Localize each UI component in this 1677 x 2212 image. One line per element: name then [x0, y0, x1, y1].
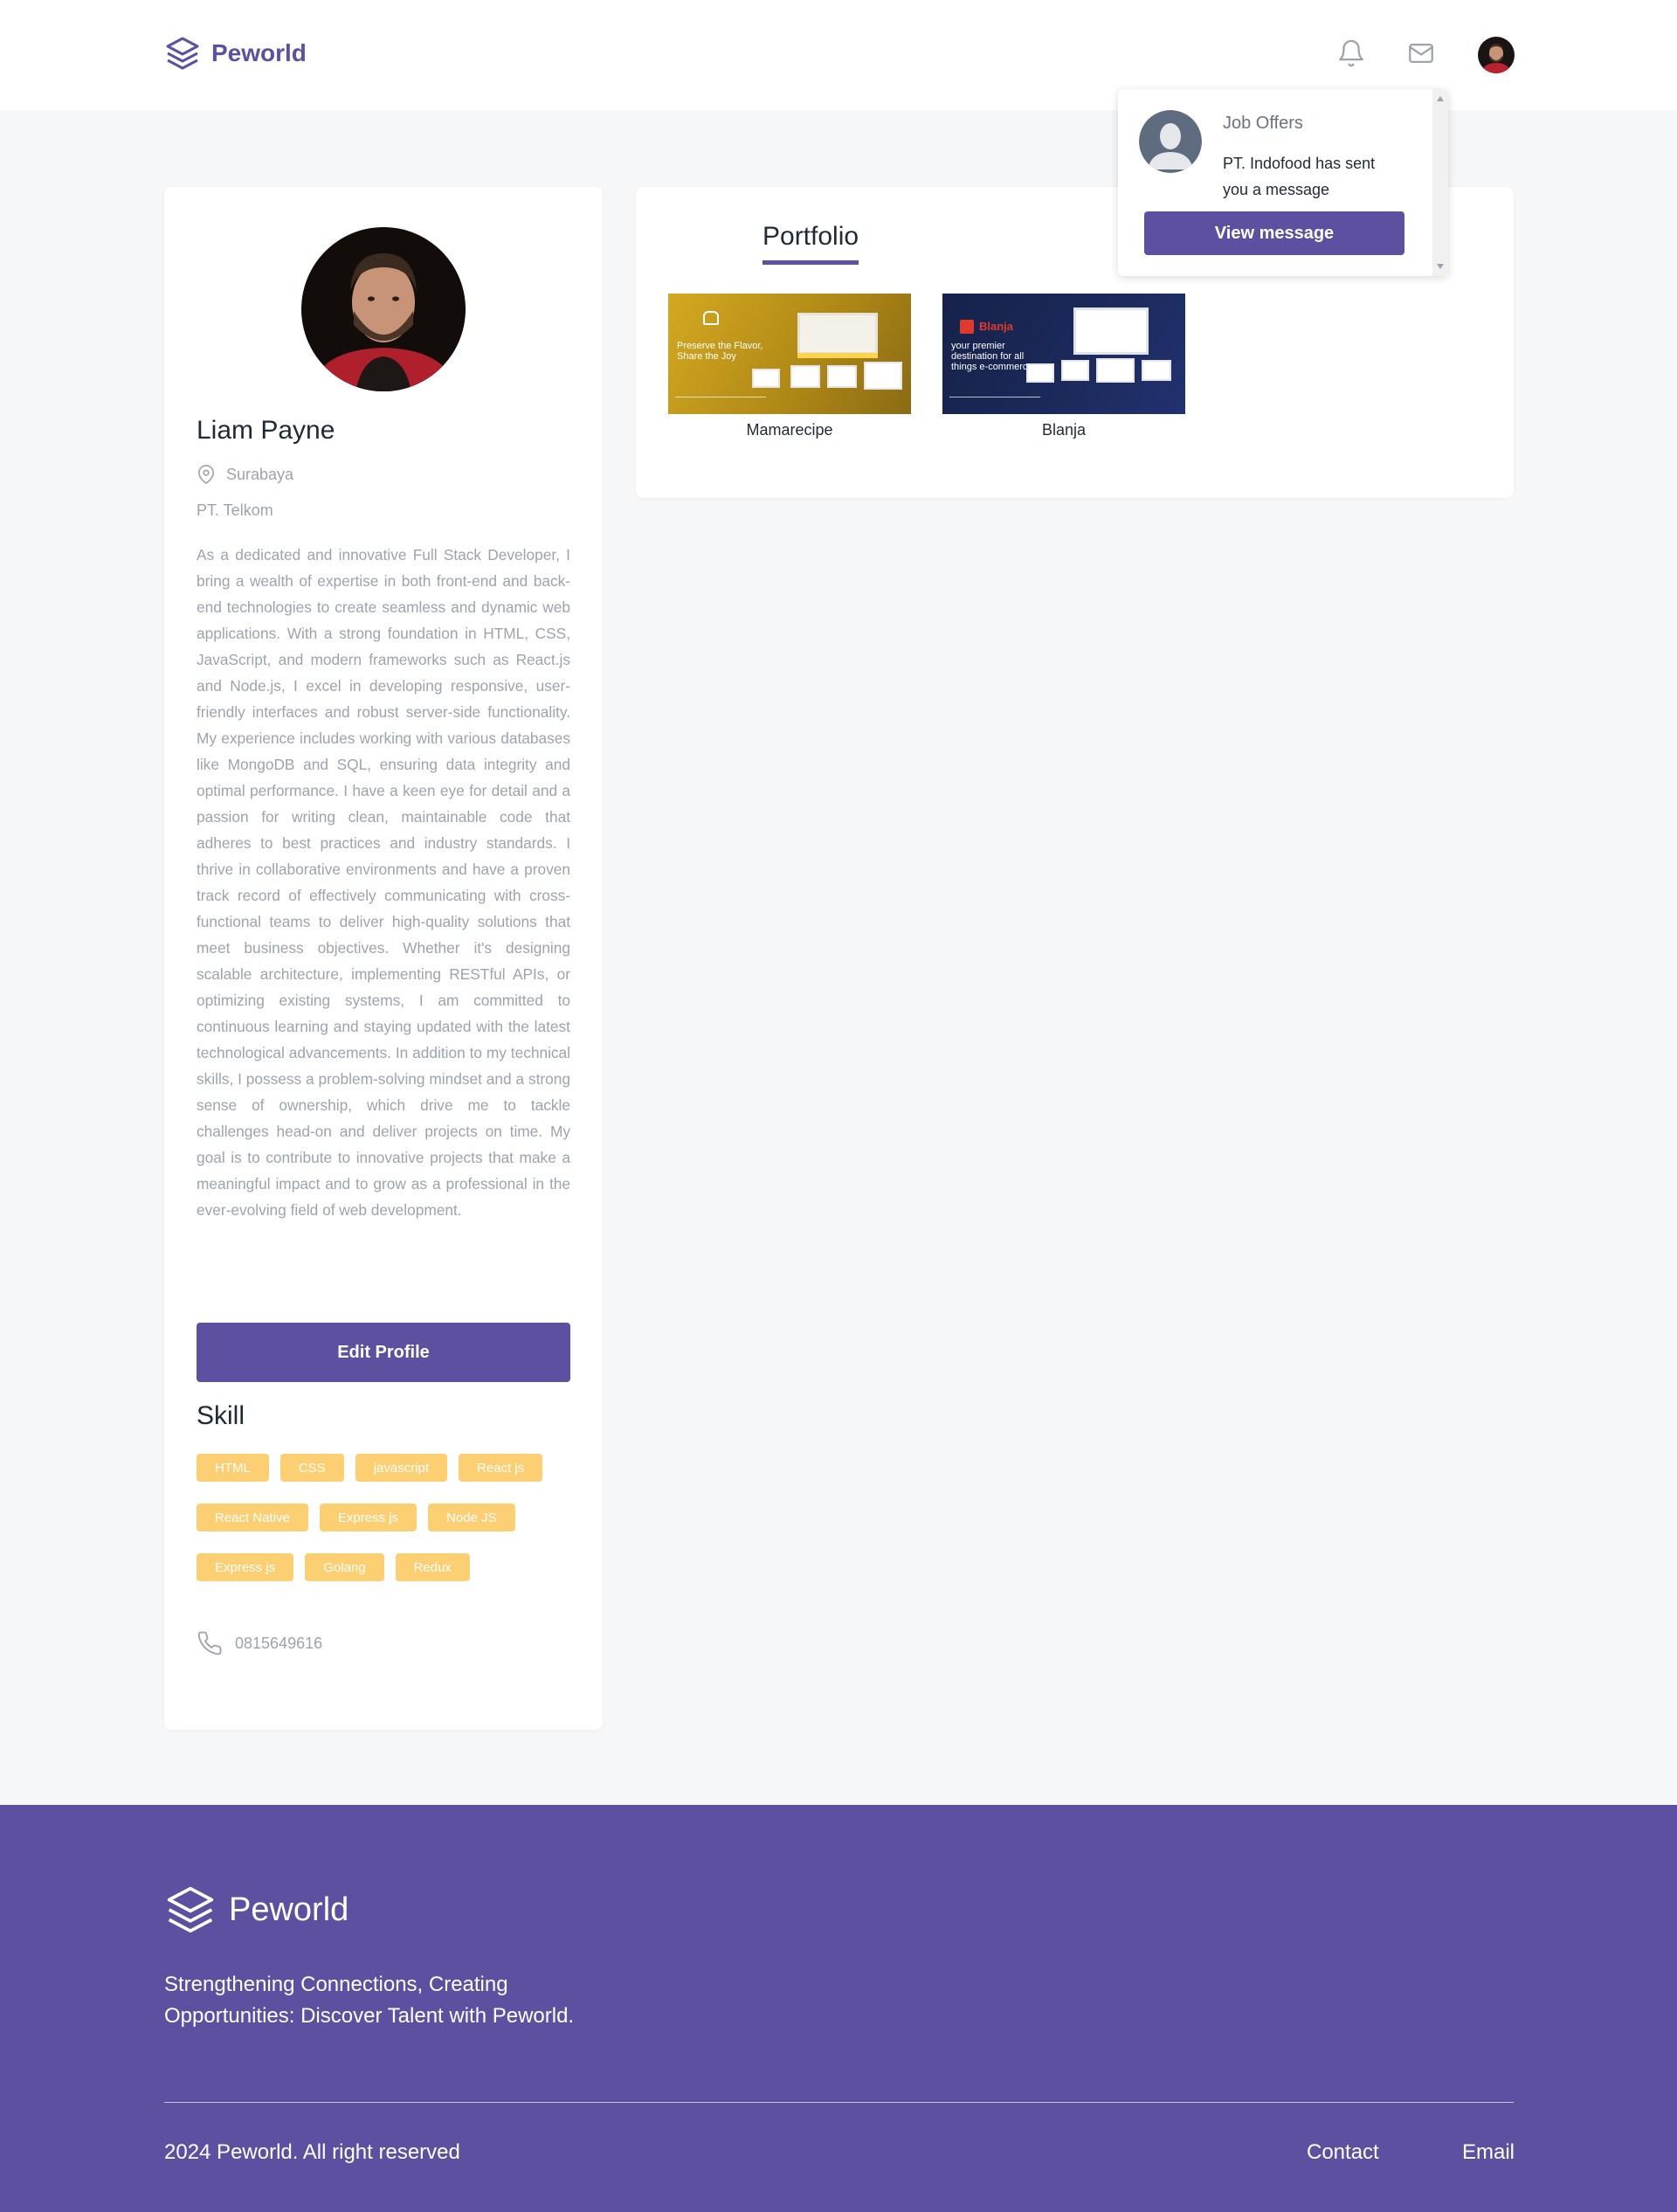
- portfolio-label: Blanja: [1041, 421, 1087, 439]
- phone-row: 0815649616: [197, 1630, 322, 1656]
- profile-name: Liam Payne: [197, 416, 335, 445]
- location-row: Surabaya: [197, 465, 293, 484]
- skill-tag: Express js: [319, 1503, 418, 1531]
- sender-avatar: [1139, 110, 1202, 173]
- mail-icon[interactable]: [1406, 38, 1436, 68]
- mockup-monitor: [797, 313, 878, 355]
- thumbnail-brand: Blanja: [979, 320, 1014, 333]
- skill-row: HTML CSS javascript React js: [197, 1454, 581, 1482]
- company-name: PT. Telkom: [197, 501, 273, 519]
- mockup-screen: [790, 365, 820, 388]
- layers-logo-icon: [166, 37, 199, 70]
- footer-brand[interactable]: Peworld: [164, 1884, 349, 1936]
- map-pin-icon: [197, 465, 215, 484]
- mockup-laptop: [797, 353, 878, 358]
- profile-photo: [301, 227, 466, 391]
- mockup-screen: [827, 365, 857, 388]
- thumbnail-caption: Preserve the Flavor, Share the Joy: [677, 341, 763, 362]
- skill-list: HTML CSS javascript React js React Nativ…: [197, 1454, 581, 1603]
- portfolio-thumbnail[interactable]: Blanja your premier destination for all …: [942, 294, 1185, 414]
- footer-brand-name: Peworld: [229, 1891, 349, 1928]
- mockup-screen: [864, 362, 902, 390]
- skill-tag: CSS: [280, 1454, 344, 1482]
- skill-tag: Node JS: [428, 1503, 515, 1531]
- view-message-button[interactable]: View message: [1144, 211, 1404, 255]
- scroll-up-icon[interactable]: [1437, 96, 1444, 101]
- footer-link-contact[interactable]: Contact: [1307, 2140, 1379, 2165]
- mockup-screen: [752, 369, 780, 388]
- notification-title: Job Offers: [1223, 114, 1303, 133]
- skill-tag: Express js: [197, 1553, 294, 1581]
- notification-message: PT. Indofood has sent you a message: [1223, 155, 1376, 198]
- phone-number: 0815649616: [235, 1634, 323, 1652]
- shopping-bag-icon: [960, 320, 974, 334]
- footer: Peworld Strengthening Connections, Creat…: [0, 1805, 1677, 2212]
- skill-heading: Skill: [197, 1401, 245, 1430]
- skill-tag: javascript: [355, 1454, 448, 1482]
- phone-icon: [197, 1631, 222, 1656]
- skill-tag: React Native: [197, 1503, 308, 1531]
- footer-divider: [164, 2102, 1514, 2103]
- tab-portfolio[interactable]: Portfolio: [763, 222, 859, 265]
- skill-tag: Golang: [305, 1553, 384, 1581]
- mockup-screen: [1142, 360, 1171, 381]
- skill-row: React Native Express js Node JS: [197, 1503, 581, 1531]
- bell-icon[interactable]: [1336, 38, 1366, 68]
- mockup-monitor: [1073, 308, 1149, 355]
- portfolio-item-blanja[interactable]: Blanja your premier destination for all …: [942, 294, 1185, 439]
- skill-tag: HTML: [197, 1454, 269, 1482]
- mockup-screen: [1061, 360, 1089, 381]
- profile-bio: As a dedicated and innovative Full Stack…: [197, 546, 570, 1219]
- brand-logo[interactable]: Peworld: [164, 35, 307, 72]
- user-avatar[interactable]: [1478, 37, 1515, 73]
- portfolio-label: Mamarecipe: [746, 421, 833, 439]
- edit-profile-button[interactable]: Edit Profile: [197, 1323, 570, 1382]
- skill-row: Express js Golang Redux: [197, 1553, 581, 1581]
- footer-link-email[interactable]: Email: [1462, 2140, 1515, 2165]
- notification-dropdown: Job Offers PT. Indofood has sent you a m…: [1118, 89, 1448, 276]
- portfolio-item-mamarecipe[interactable]: Preserve the Flavor, Share the Joy Mamar…: [668, 294, 911, 439]
- skill-tag: React js: [459, 1454, 543, 1482]
- layers-logo-icon: [167, 1886, 214, 1933]
- mockup-screen: [1096, 358, 1135, 383]
- skill-tag: Redux: [395, 1553, 470, 1581]
- brand-name: Peworld: [211, 39, 307, 66]
- portfolio-thumbnail[interactable]: Preserve the Flavor, Share the Joy: [668, 294, 911, 414]
- profile-card: Liam Payne Surabaya PT. Telkom As a dedi…: [164, 187, 603, 1730]
- footer-copyright: 2024 Peworld. All right reserved: [164, 2140, 460, 2164]
- popup-scrollbar[interactable]: [1432, 89, 1448, 276]
- chef-hat-icon: [703, 311, 719, 325]
- location-text: Surabaya: [226, 465, 294, 483]
- scroll-down-icon[interactable]: [1437, 264, 1444, 269]
- footer-tagline: Strengthening Connections, Creating Oppo…: [164, 1973, 575, 2028]
- mockup-screen: [1026, 363, 1054, 383]
